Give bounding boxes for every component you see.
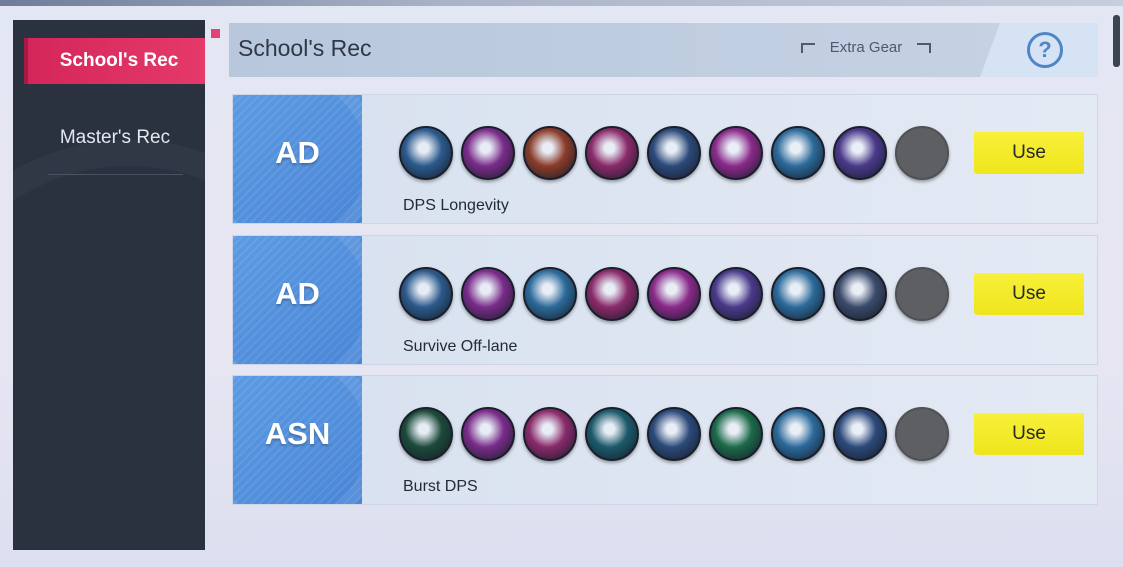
item-list bbox=[399, 126, 949, 180]
red-arrows-icon[interactable] bbox=[833, 267, 887, 321]
role-panel: ASN bbox=[233, 376, 362, 504]
crimson-armor-icon[interactable] bbox=[585, 267, 639, 321]
helmet-icon[interactable] bbox=[833, 407, 887, 461]
role-panel: AD bbox=[233, 95, 362, 223]
gold-helmet-icon[interactable] bbox=[647, 267, 701, 321]
build-name: Survive Off-lane bbox=[403, 338, 518, 355]
helmet-icon[interactable] bbox=[647, 126, 701, 180]
empty-item-slot[interactable] bbox=[895, 126, 949, 180]
sidebar: School's Rec Master's Rec bbox=[13, 20, 205, 550]
green-boots-icon[interactable] bbox=[399, 407, 453, 461]
top-strip bbox=[0, 0, 1123, 6]
card-icon[interactable] bbox=[771, 267, 825, 321]
item-list bbox=[399, 267, 949, 321]
cat-icon[interactable] bbox=[709, 267, 763, 321]
gold-scroll-icon[interactable] bbox=[647, 407, 701, 461]
build-row: AD DPS Longevity Use bbox=[232, 94, 1098, 224]
page-header: School's Rec Extra Gear bbox=[229, 23, 1098, 77]
build-row: AD Survive Off-lane Use bbox=[232, 235, 1098, 365]
page-title: School's Rec bbox=[238, 35, 372, 61]
role-label: ASN bbox=[264, 416, 331, 451]
tab-schools-rec[interactable]: School's Rec bbox=[24, 38, 205, 84]
tab-accent-marker bbox=[211, 29, 220, 38]
build-name: Burst DPS bbox=[403, 478, 478, 495]
tab-masters-rec[interactable]: Master's Rec bbox=[48, 120, 182, 156]
spiked-armor-icon[interactable] bbox=[461, 407, 515, 461]
empty-item-slot[interactable] bbox=[895, 267, 949, 321]
card-icon[interactable] bbox=[771, 407, 825, 461]
scrollbar[interactable] bbox=[1113, 15, 1120, 67]
empty-item-slot[interactable] bbox=[895, 407, 949, 461]
extra-gear-button[interactable]: Extra Gear bbox=[801, 35, 931, 59]
use-button[interactable]: Use bbox=[974, 413, 1084, 455]
help-icon[interactable]: ? bbox=[1027, 32, 1063, 68]
green-gem-icon[interactable] bbox=[709, 407, 763, 461]
blade-icon[interactable] bbox=[399, 126, 453, 180]
ice-armor-icon[interactable] bbox=[523, 267, 577, 321]
build-name: DPS Longevity bbox=[403, 197, 509, 214]
cat-icon[interactable] bbox=[833, 126, 887, 180]
use-button[interactable]: Use bbox=[974, 273, 1084, 315]
build-row: ASN Burst DPS Use bbox=[232, 375, 1098, 505]
teal-gauntlet-icon[interactable] bbox=[585, 407, 639, 461]
role-label: AD bbox=[275, 276, 320, 311]
role-panel: AD bbox=[233, 236, 362, 364]
spiked-armor-icon[interactable] bbox=[461, 267, 515, 321]
item-list bbox=[399, 407, 949, 461]
spiked-armor-icon[interactable] bbox=[461, 126, 515, 180]
use-button[interactable]: Use bbox=[974, 132, 1084, 174]
gold-helmet-icon[interactable] bbox=[709, 126, 763, 180]
sidebar-divider bbox=[48, 174, 183, 175]
golden-armor-icon[interactable] bbox=[523, 126, 577, 180]
card-icon[interactable] bbox=[771, 126, 825, 180]
role-label: AD bbox=[275, 135, 320, 170]
crimson-armor-icon[interactable] bbox=[523, 407, 577, 461]
crimson-armor-icon[interactable] bbox=[585, 126, 639, 180]
blade-icon[interactable] bbox=[399, 267, 453, 321]
